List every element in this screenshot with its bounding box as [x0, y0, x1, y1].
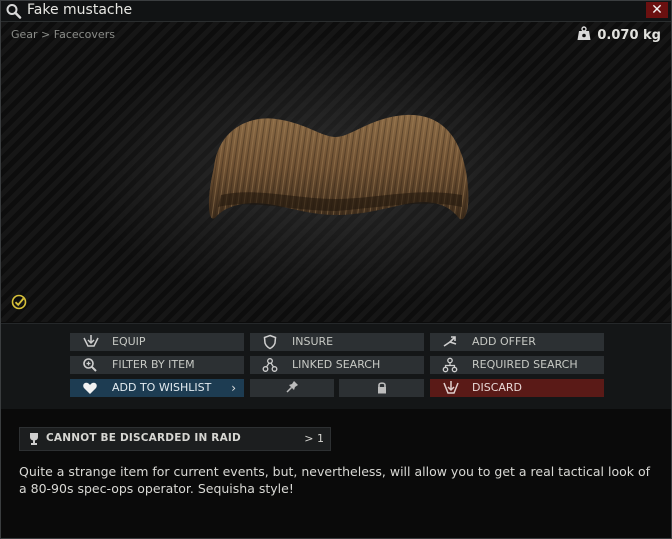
check-icon[interactable]	[11, 294, 27, 314]
heart-icon	[82, 380, 98, 396]
equip-button[interactable]: EQUIP	[70, 333, 244, 351]
filter-by-item-label: FILTER BY ITEM	[112, 358, 195, 371]
required-search-icon	[442, 357, 458, 373]
search-icon	[5, 3, 23, 19]
restriction-label: CANNOT BE DISCARDED IN RAID	[46, 432, 241, 444]
linked-search-button[interactable]: LINKED SEARCH	[250, 356, 424, 374]
breadcrumb[interactable]: Gear > Facecovers	[11, 28, 115, 41]
close-icon: ✕	[651, 2, 663, 18]
restriction-count: > 1	[304, 432, 324, 445]
filter-icon	[82, 357, 98, 373]
add-offer-icon	[442, 334, 458, 350]
discard-button[interactable]: DISCARD	[430, 379, 604, 397]
action-panel: EQUIP INSURE ADD OFFER FILTER BY ITEM LI…	[1, 323, 671, 410]
linked-search-label: LINKED SEARCH	[292, 358, 381, 371]
trophy-icon	[27, 431, 41, 450]
equip-icon	[82, 334, 99, 350]
item-weight: 0.070 kg	[577, 26, 661, 45]
weight-icon	[577, 26, 591, 45]
close-button[interactable]: ✕	[646, 2, 668, 18]
pin-icon	[285, 380, 301, 396]
weight-value: 0.070 kg	[597, 28, 661, 43]
lock-icon	[375, 380, 391, 396]
item-description: Quite a strange item for current events,…	[19, 464, 650, 496]
discard-restriction-bar[interactable]: CANNOT BE DISCARDED IN RAID > 1	[19, 427, 331, 451]
title-bar[interactable]: Fake mustache ✕	[1, 1, 671, 22]
insure-icon	[262, 334, 278, 350]
pin-button[interactable]	[250, 379, 334, 397]
equip-label: EQUIP	[112, 335, 146, 348]
chevron-right-icon: ›	[231, 381, 236, 395]
item-info: CANNOT BE DISCARDED IN RAID > 1 Quite a …	[1, 409, 671, 538]
add-offer-button[interactable]: ADD OFFER	[430, 333, 604, 351]
filter-by-item-button[interactable]: FILTER BY ITEM	[70, 356, 244, 374]
item-inspect-window: Fake mustache ✕ Gear > Facecovers 0.070 …	[0, 0, 672, 539]
add-offer-label: ADD OFFER	[472, 335, 536, 348]
item-preview: Gear > Facecovers 0.070 kg	[1, 22, 671, 322]
insure-button[interactable]: INSURE	[250, 333, 424, 351]
add-to-wishlist-button[interactable]: ADD TO WISHLIST ›	[70, 379, 244, 397]
required-search-label: REQUIRED SEARCH	[472, 358, 578, 371]
window-title: Fake mustache	[27, 2, 133, 18]
linked-search-icon	[262, 357, 278, 373]
mustache-image	[208, 114, 469, 220]
lock-button[interactable]	[339, 379, 424, 397]
discard-icon	[442, 380, 459, 396]
required-search-button[interactable]: REQUIRED SEARCH	[430, 356, 604, 374]
discard-label: DISCARD	[472, 381, 523, 394]
insure-label: INSURE	[292, 335, 334, 348]
add-to-wishlist-label: ADD TO WISHLIST	[112, 381, 212, 394]
